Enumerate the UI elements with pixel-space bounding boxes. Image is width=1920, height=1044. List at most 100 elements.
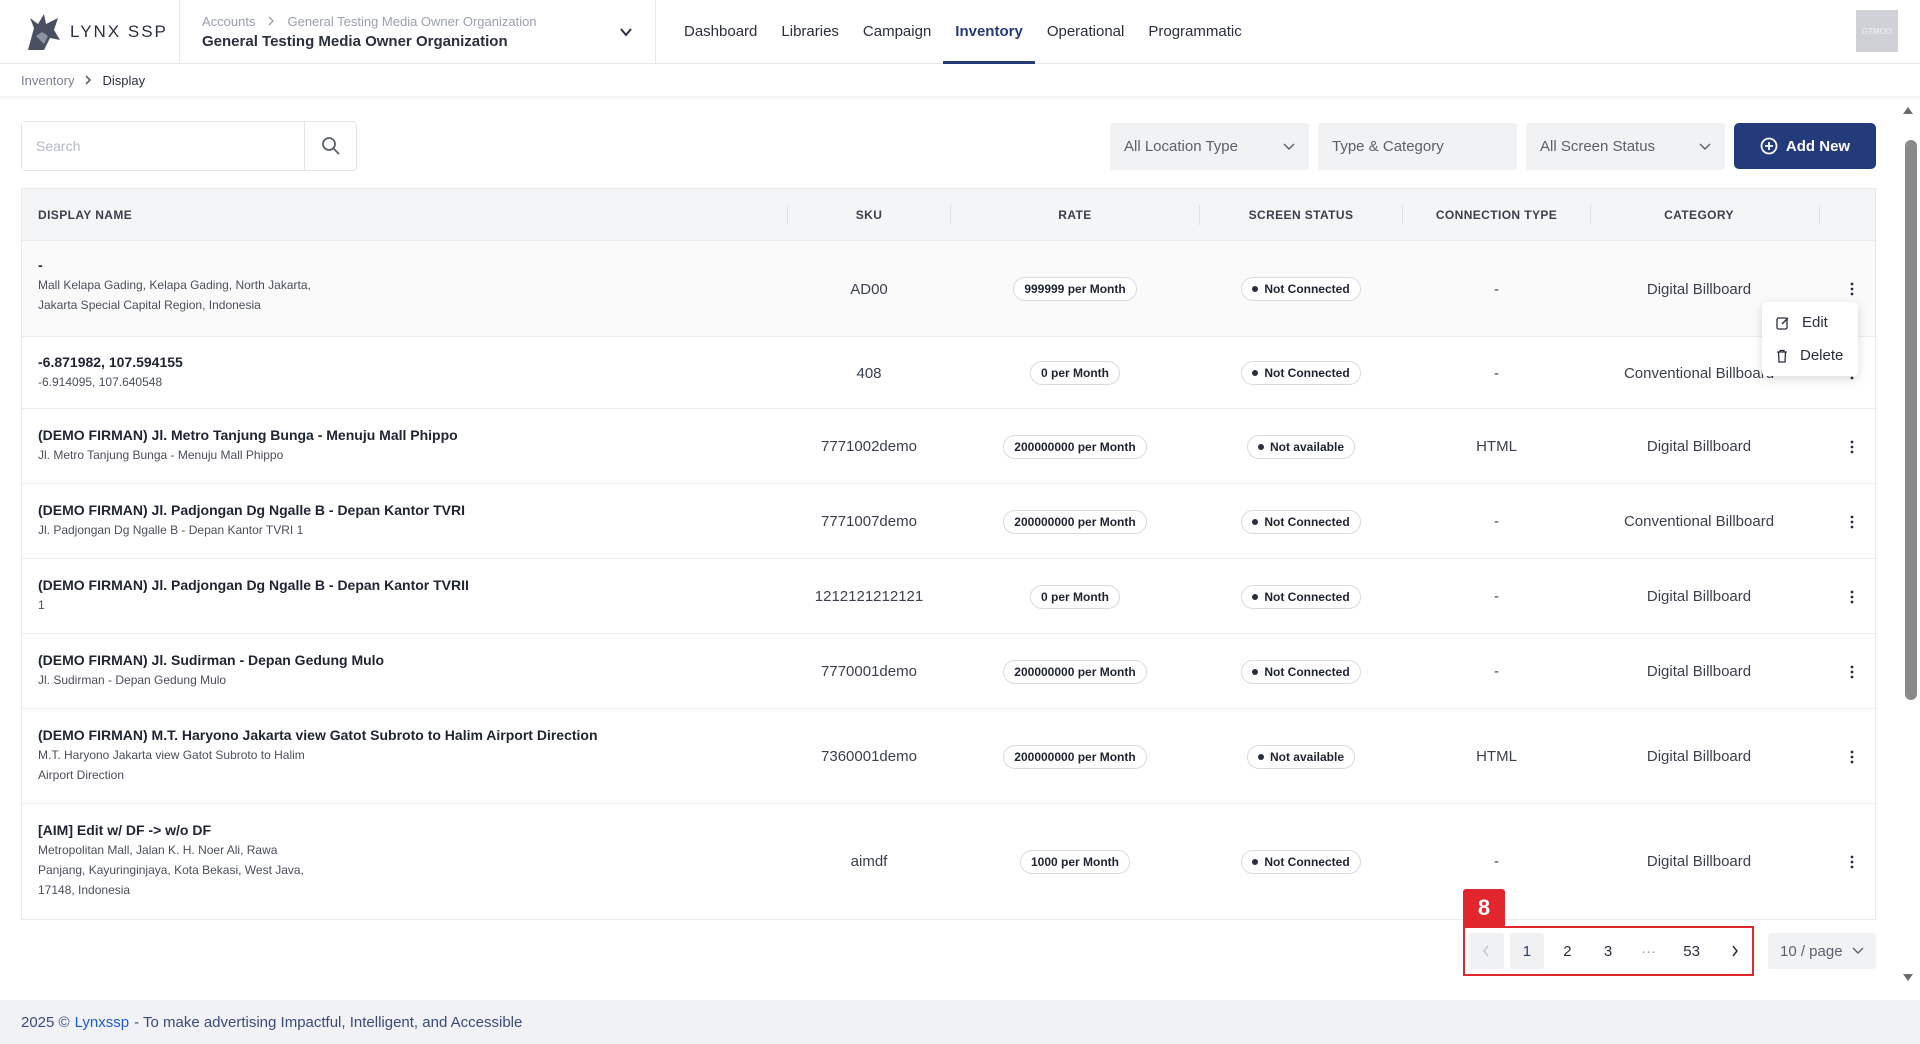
- page-53[interactable]: 53: [1672, 933, 1712, 969]
- page-1[interactable]: 1: [1509, 933, 1545, 969]
- rate-cell: 999999 per Month: [951, 241, 1199, 337]
- scroll-up-arrow-icon[interactable]: [1900, 104, 1916, 116]
- table-row[interactable]: (DEMO FIRMAN) Jl. Padjongan Dg Ngalle B …: [22, 484, 1875, 559]
- location-type-filter[interactable]: All Location Type: [1110, 123, 1309, 170]
- brand-logo[interactable]: LYNX SSP: [0, 0, 180, 64]
- rate-badge: 999999 per Month: [1013, 277, 1137, 301]
- display-name[interactable]: (DEMO FIRMAN) Jl. Sudirman - Depan Gedun…: [38, 650, 384, 670]
- more-vertical-icon: [1850, 855, 1854, 868]
- rate-cell: 1000 per Month: [951, 804, 1199, 919]
- status-text: Not Connected: [1264, 664, 1350, 679]
- status-text: Not available: [1269, 439, 1345, 454]
- table-row[interactable]: (DEMO FIRMAN) M.T. Haryono Jakarta view …: [22, 709, 1875, 804]
- column-divider: [1819, 205, 1820, 225]
- page-ellipsis[interactable]: ···: [1631, 933, 1666, 969]
- table-row[interactable]: - Mall Kelapa Gading, Kelapa Gading, Nor…: [22, 241, 1875, 337]
- table-row[interactable]: (DEMO FIRMAN) Jl. Sudirman - Depan Gedun…: [22, 634, 1875, 709]
- row-actions-button[interactable]: [1845, 484, 1859, 559]
- rate-badge: 200000000 per Month: [1003, 509, 1147, 534]
- rate-badge: 0 per Month: [1030, 584, 1120, 609]
- display-address: Metropolitan Mall, Jalan K. H. Noer Ali,…: [38, 843, 304, 897]
- chevron-down-icon[interactable]: [619, 25, 633, 39]
- status-cell: Not Connected: [1200, 241, 1402, 337]
- connection-cell: -: [1494, 513, 1499, 530]
- display-name[interactable]: (DEMO FIRMAN) Jl. Padjongan Dg Ngalle B …: [38, 500, 465, 520]
- category-cell: Digital Billboard: [1646, 748, 1752, 765]
- nav-inventory[interactable]: Inventory: [943, 0, 1035, 64]
- footer-copyright: 2025 ©: [21, 1013, 70, 1031]
- more-vertical-icon: [1850, 590, 1854, 603]
- display-address: Jl. Metro Tanjung Bunga - Menuju Mall Ph…: [38, 448, 284, 462]
- more-vertical-icon: [1850, 515, 1854, 528]
- status-text: Not Connected: [1264, 366, 1350, 380]
- trash-icon: [1777, 349, 1787, 363]
- connection-cell: -: [1494, 588, 1499, 605]
- row-actions-button[interactable]: [1845, 634, 1859, 709]
- page-size-select[interactable]: 10 / page: [1768, 933, 1876, 969]
- row-actions-button[interactable]: [1845, 409, 1859, 484]
- display-name[interactable]: [AIM] Edit w/ DF -> w/o DF: [38, 820, 304, 840]
- display-name[interactable]: (DEMO FIRMAN) M.T. Haryono Jakarta view …: [38, 725, 598, 745]
- table-row[interactable]: -6.871982, 107.594155 -6.914095, 107.640…: [22, 337, 1875, 409]
- search-input[interactable]: [22, 122, 304, 170]
- page-3[interactable]: 3: [1591, 933, 1626, 969]
- breadcrumb-inventory[interactable]: Inventory: [21, 73, 74, 88]
- org-crumb-root[interactable]: Accounts: [202, 14, 255, 29]
- screen-status-value: All Screen Status: [1540, 138, 1656, 155]
- rate-cell: 200000000 per Month: [951, 709, 1199, 804]
- screen-status-filter[interactable]: All Screen Status: [1526, 123, 1725, 170]
- table-row[interactable]: (DEMO FIRMAN) Jl. Metro Tanjung Bunga - …: [22, 409, 1875, 484]
- type-category-filter[interactable]: Type & Category: [1318, 123, 1517, 170]
- category-cell: Digital Billboard: [1646, 663, 1752, 680]
- prev-page-button[interactable]: [1469, 933, 1504, 969]
- col-rate: RATE: [1058, 208, 1092, 222]
- row-actions-button[interactable]: [1845, 709, 1859, 804]
- sku-cell: 7770001demo: [821, 663, 917, 680]
- connection-cell: -: [1494, 663, 1499, 680]
- next-page-button[interactable]: [1717, 933, 1752, 969]
- search-button[interactable]: [304, 122, 356, 170]
- display-address: Mall Kelapa Gading, Kelapa Gading, North…: [38, 278, 311, 312]
- table-row[interactable]: (DEMO FIRMAN) Jl. Padjongan Dg Ngalle B …: [22, 559, 1875, 634]
- status-dot-icon: [1252, 668, 1259, 675]
- sku-cell: 7771007demo: [821, 513, 917, 530]
- organization-switcher[interactable]: Accounts General Testing Media Owner Org…: [180, 0, 656, 64]
- page-2[interactable]: 2: [1550, 933, 1585, 969]
- nav-libraries[interactable]: Libraries: [769, 0, 851, 64]
- scroll-down-arrow-icon[interactable]: [1900, 972, 1916, 984]
- page-scrollbar[interactable]: [1900, 104, 1917, 984]
- menu-item-edit[interactable]: Edit: [1762, 306, 1858, 339]
- nav-programmatic[interactable]: Programmatic: [1136, 0, 1253, 64]
- col-display-name: DISPLAY NAME: [38, 208, 133, 222]
- col-connection-type: CONNECTION TYPE: [1435, 208, 1558, 222]
- display-name[interactable]: (DEMO FIRMAN) Jl. Padjongan Dg Ngalle B …: [38, 575, 469, 595]
- nav-operational[interactable]: Operational: [1035, 0, 1137, 64]
- rate-badge: 200000000 per Month: [1003, 434, 1147, 459]
- display-name-cell: (DEMO FIRMAN) Jl. Sudirman - Depan Gedun…: [38, 650, 384, 690]
- scrollbar-track[interactable]: [1904, 118, 1917, 970]
- category-cell: Conventional Billboard: [1623, 513, 1775, 530]
- nav-campaign[interactable]: Campaign: [851, 0, 943, 64]
- display-name[interactable]: -: [38, 255, 311, 275]
- row-actions-button[interactable]: [1845, 559, 1859, 634]
- display-name[interactable]: (DEMO FIRMAN) Jl. Metro Tanjung Bunga - …: [38, 425, 458, 445]
- status-cell: Not available: [1200, 709, 1402, 804]
- status-cell: Not Connected: [1200, 559, 1402, 634]
- footer-brand-link[interactable]: Lynxssp: [75, 1014, 129, 1031]
- more-vertical-icon: [1850, 282, 1854, 296]
- menu-item-delete[interactable]: Delete: [1762, 339, 1858, 372]
- rate-cell: 200000000 per Month: [951, 484, 1199, 559]
- status-badge: Not Connected: [1241, 509, 1361, 534]
- scrollbar-thumb[interactable]: [1905, 140, 1917, 700]
- chevron-right-icon: [85, 75, 92, 85]
- add-new-button[interactable]: Add New: [1734, 123, 1876, 169]
- nav-dashboard[interactable]: Dashboard: [672, 0, 769, 64]
- display-name[interactable]: -6.871982, 107.594155: [38, 352, 183, 372]
- menu-item-edit-label: Edit: [1802, 314, 1828, 331]
- display-name-cell: (DEMO FIRMAN) Jl. Metro Tanjung Bunga - …: [38, 425, 458, 465]
- table-row[interactable]: [AIM] Edit w/ DF -> w/o DF Metropolitan …: [22, 804, 1875, 919]
- row-actions-button[interactable]: [1845, 804, 1859, 919]
- user-avatar[interactable]: GTMOO: [1856, 10, 1898, 52]
- org-crumb-child: General Testing Media Owner Organization: [287, 13, 537, 29]
- status-dot-icon: [1252, 858, 1259, 865]
